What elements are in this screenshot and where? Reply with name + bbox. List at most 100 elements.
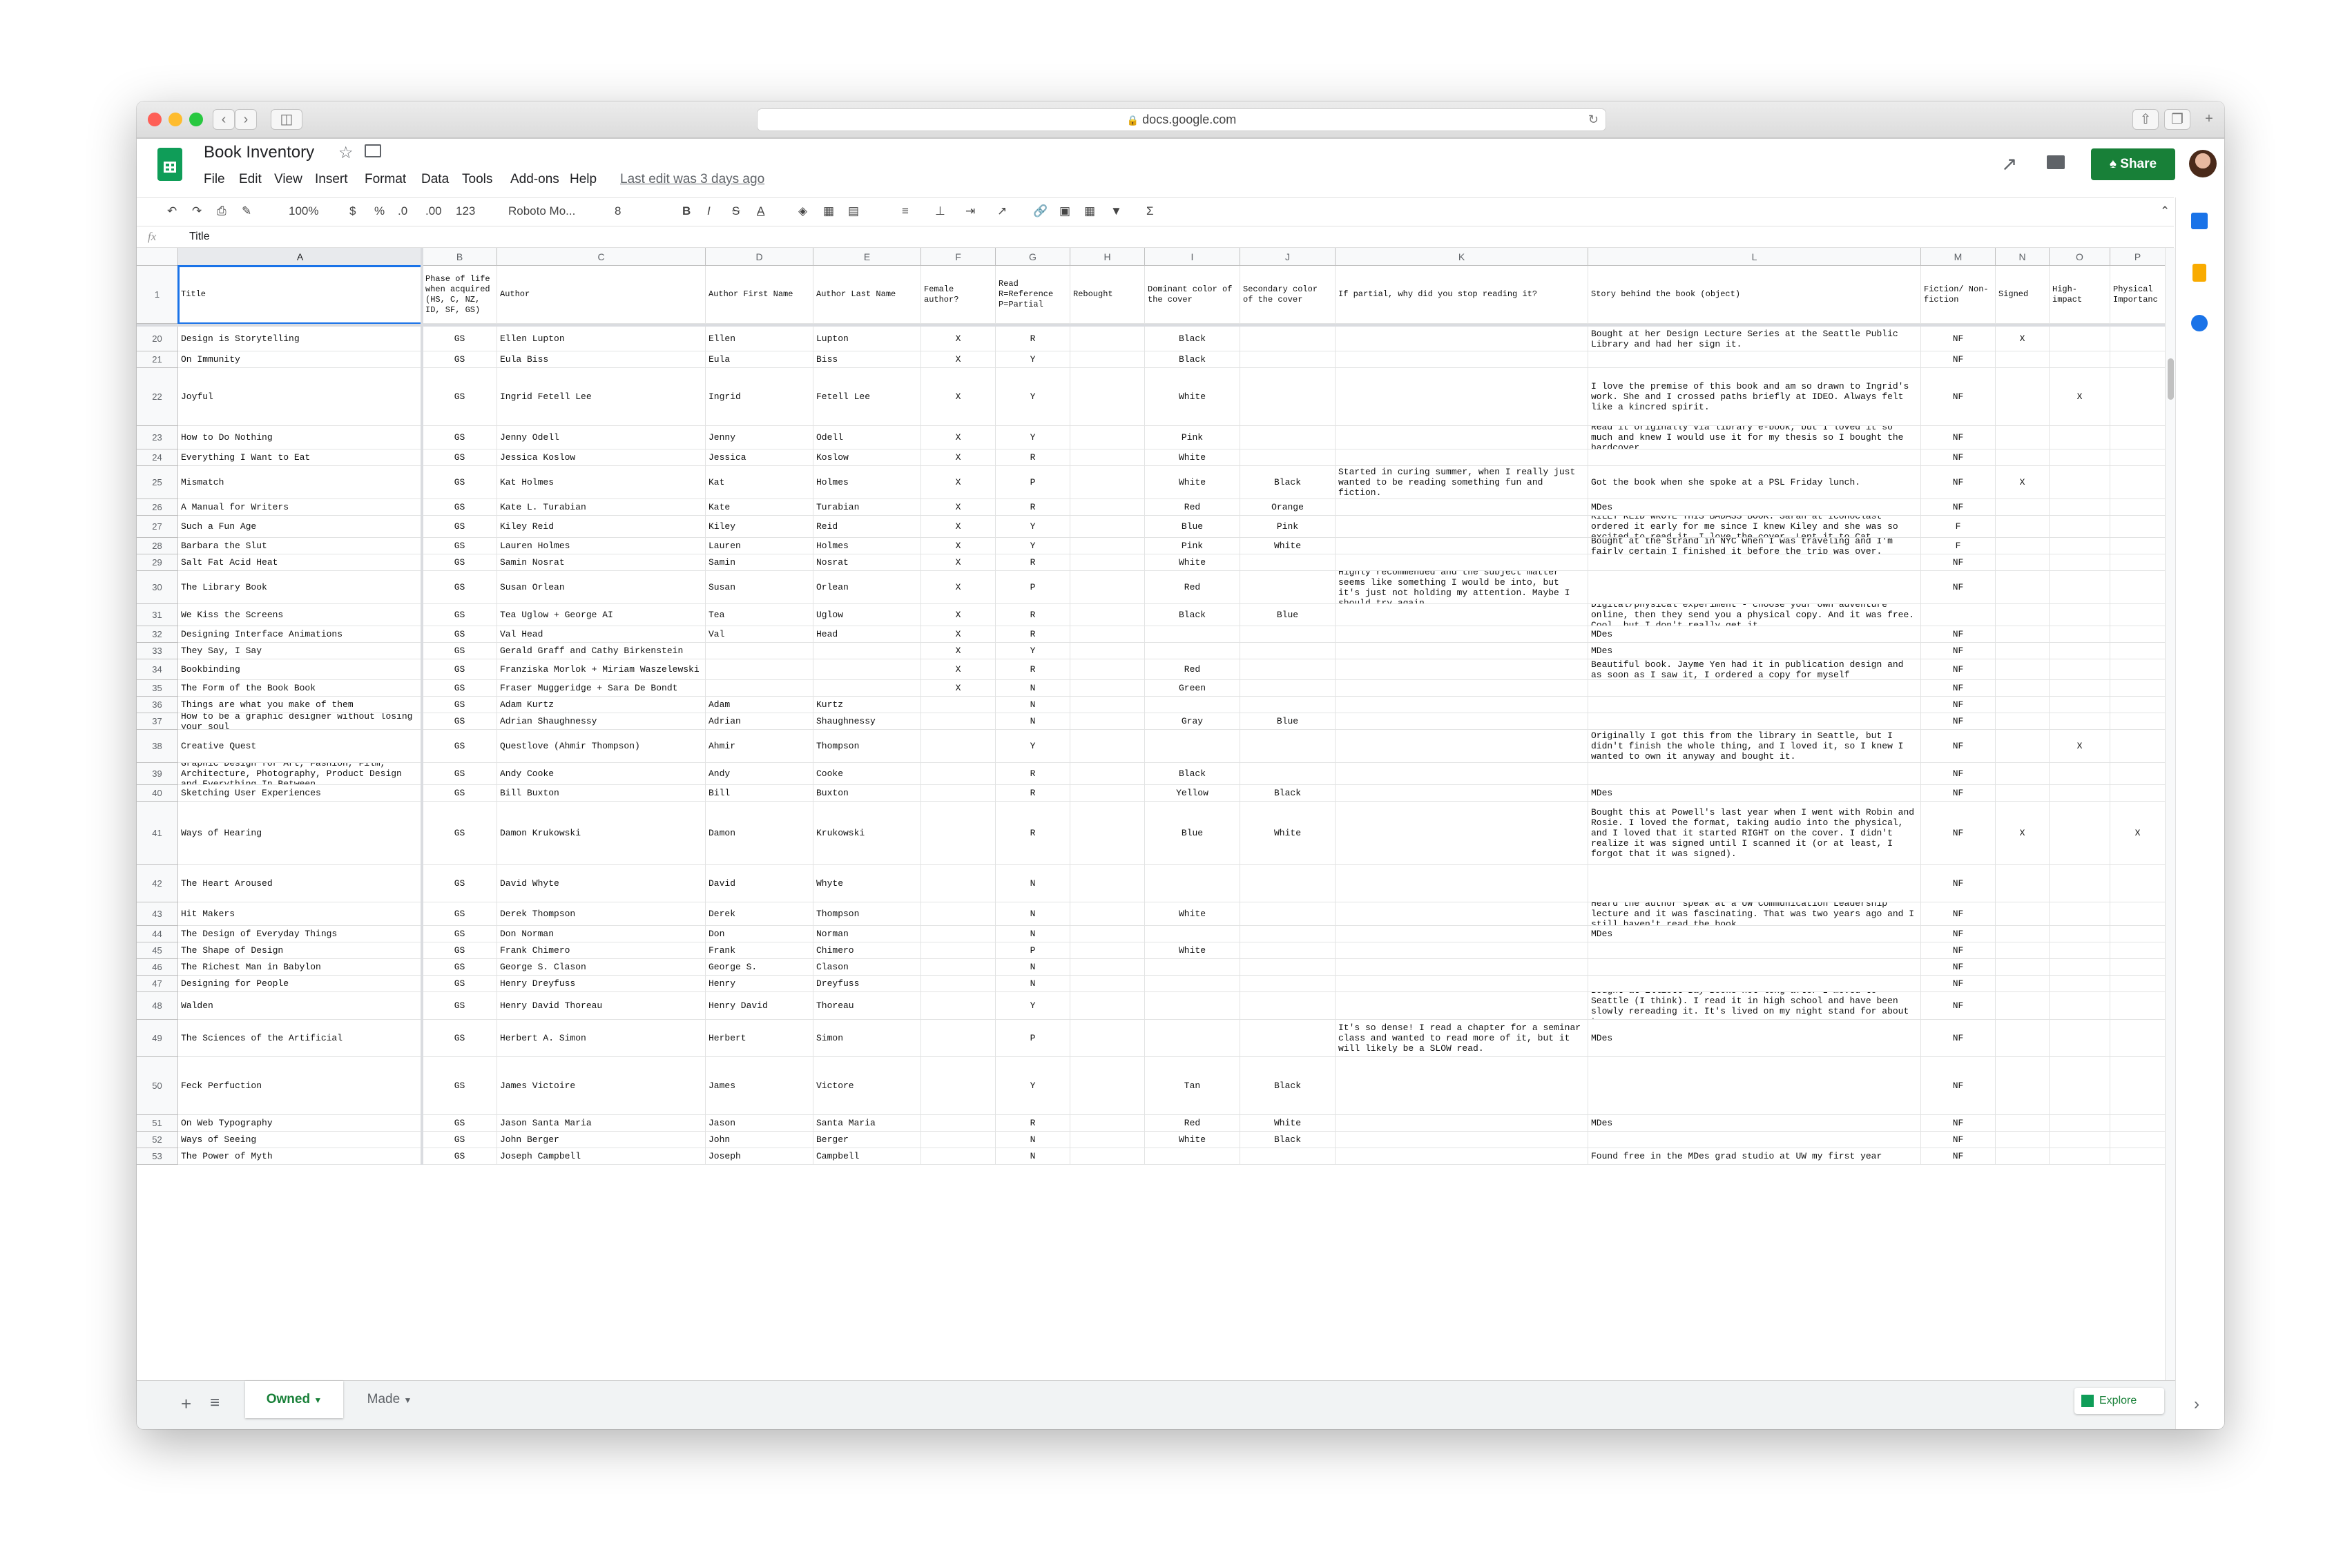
table-cell[interactable]: Adam (706, 697, 813, 713)
table-cell[interactable]: GS (423, 976, 497, 992)
table-cell[interactable] (921, 1115, 996, 1132)
table-cell[interactable]: Holmes (813, 538, 921, 554)
row-header[interactable]: 28 (137, 538, 178, 554)
table-cell[interactable]: It's so dense! I read a chapter for a se… (1336, 1020, 1588, 1057)
table-cell[interactable] (2110, 516, 2166, 538)
table-cell[interactable]: White (1145, 902, 1240, 926)
table-cell[interactable] (1240, 571, 1336, 604)
table-cell[interactable]: NF (1921, 351, 1996, 368)
table-cell[interactable] (1336, 554, 1588, 571)
table-cell[interactable]: David (706, 865, 813, 902)
table-cell[interactable]: N (996, 1132, 1070, 1148)
table-cell[interactable] (1070, 992, 1145, 1020)
menu-data[interactable]: Data (421, 172, 449, 187)
table-cell[interactable]: X (2050, 730, 2110, 763)
address-bar[interactable]: 🔒 docs.google.com ↻ (757, 108, 1606, 131)
table-cell[interactable] (921, 785, 996, 802)
row-header[interactable]: 22 (137, 368, 178, 426)
table-cell[interactable]: NF (1921, 785, 1996, 802)
table-cell[interactable]: MDes (1588, 626, 1921, 643)
row-header[interactable]: 48 (137, 992, 178, 1020)
table-cell[interactable]: Biss (813, 351, 921, 368)
table-cell[interactable]: Started in curing summer, when I really … (1336, 466, 1588, 499)
table-cell[interactable] (2110, 1057, 2166, 1115)
table-cell[interactable] (1336, 697, 1588, 713)
table-cell[interactable]: Henry David Thoreau (497, 992, 706, 1020)
table-cell[interactable]: Y (996, 730, 1070, 763)
table-cell[interactable]: Highly recommended and the subject matte… (1336, 571, 1588, 604)
table-cell[interactable]: Digital/physical experiment - choose you… (1588, 604, 1921, 626)
table-cell[interactable] (1240, 426, 1336, 449)
table-cell[interactable] (1070, 865, 1145, 902)
table-cell[interactable]: NF (1921, 571, 1996, 604)
table-cell[interactable]: X (921, 499, 996, 516)
table-cell[interactable]: NF (1921, 1115, 1996, 1132)
table-cell[interactable]: Adrian (706, 713, 813, 730)
table-cell[interactable] (921, 713, 996, 730)
table-cell[interactable] (1336, 802, 1588, 865)
table-cell[interactable]: George S. (706, 959, 813, 976)
table-cell[interactable] (2110, 368, 2166, 426)
table-cell[interactable]: Holmes (813, 466, 921, 499)
table-cell[interactable] (1996, 368, 2050, 426)
table-cell[interactable] (1070, 659, 1145, 680)
table-cell[interactable]: P (996, 571, 1070, 604)
table-cell[interactable]: GS (423, 1020, 497, 1057)
table-cell[interactable]: NF (1921, 902, 1996, 926)
header-cell[interactable]: Signed (1996, 266, 2050, 324)
table-cell[interactable]: R (996, 499, 1070, 516)
table-cell[interactable] (1070, 697, 1145, 713)
header-cell[interactable]: Story behind the book (object) (1588, 266, 1921, 324)
table-cell[interactable] (1588, 571, 1921, 604)
table-cell[interactable]: Don (706, 926, 813, 942)
table-cell[interactable]: NF (1921, 368, 1996, 426)
table-cell[interactable] (1145, 730, 1240, 763)
table-cell[interactable]: Green (1145, 680, 1240, 697)
merge-cells-icon[interactable]: ▤ (848, 204, 859, 218)
table-cell[interactable] (2110, 763, 2166, 785)
table-cell[interactable] (1336, 680, 1588, 697)
table-cell[interactable]: MDes (1588, 643, 1921, 659)
table-cell[interactable] (1336, 713, 1588, 730)
table-cell[interactable]: Y (996, 1057, 1070, 1115)
table-cell[interactable] (921, 976, 996, 992)
column-header-p[interactable]: P (2110, 248, 2166, 266)
table-cell[interactable]: MDes (1588, 926, 1921, 942)
table-cell[interactable]: GS (423, 1057, 497, 1115)
table-cell[interactable] (1996, 351, 2050, 368)
table-cell[interactable]: GS (423, 1115, 497, 1132)
table-cell[interactable] (1336, 643, 1588, 659)
table-cell[interactable] (1145, 643, 1240, 659)
table-cell[interactable]: GS (423, 680, 497, 697)
table-cell[interactable]: X (1996, 802, 2050, 865)
table-cell[interactable]: NF (1921, 697, 1996, 713)
table-cell[interactable] (1996, 516, 2050, 538)
table-cell[interactable] (2050, 426, 2110, 449)
table-cell[interactable] (2110, 554, 2166, 571)
table-cell[interactable]: NF (1921, 1020, 1996, 1057)
table-cell[interactable] (1145, 1020, 1240, 1057)
expand-panel-icon[interactable]: › (2194, 1395, 2199, 1414)
table-cell[interactable]: John (706, 1132, 813, 1148)
table-cell[interactable]: NF (1921, 626, 1996, 643)
table-cell[interactable] (1070, 499, 1145, 516)
table-cell[interactable] (1070, 643, 1145, 659)
table-cell[interactable] (921, 1132, 996, 1148)
table-cell[interactable] (1070, 713, 1145, 730)
table-cell[interactable]: GS (423, 959, 497, 976)
table-cell[interactable] (1240, 554, 1336, 571)
table-cell[interactable]: Orlean (813, 571, 921, 604)
table-cell[interactable]: Things are what you make of them (178, 697, 423, 713)
table-cell[interactable] (1996, 1020, 2050, 1057)
tasks-icon[interactable] (2191, 315, 2208, 331)
table-cell[interactable] (1070, 571, 1145, 604)
table-cell[interactable]: Henry (706, 976, 813, 992)
table-cell[interactable] (2110, 713, 2166, 730)
table-cell[interactable] (2050, 516, 2110, 538)
table-cell[interactable]: Ways of Hearing (178, 802, 423, 865)
table-cell[interactable]: R (996, 785, 1070, 802)
table-cell[interactable]: NF (1921, 713, 1996, 730)
table-cell[interactable]: Design is Storytelling (178, 327, 423, 351)
table-cell[interactable] (921, 1057, 996, 1115)
table-cell[interactable]: N (996, 959, 1070, 976)
